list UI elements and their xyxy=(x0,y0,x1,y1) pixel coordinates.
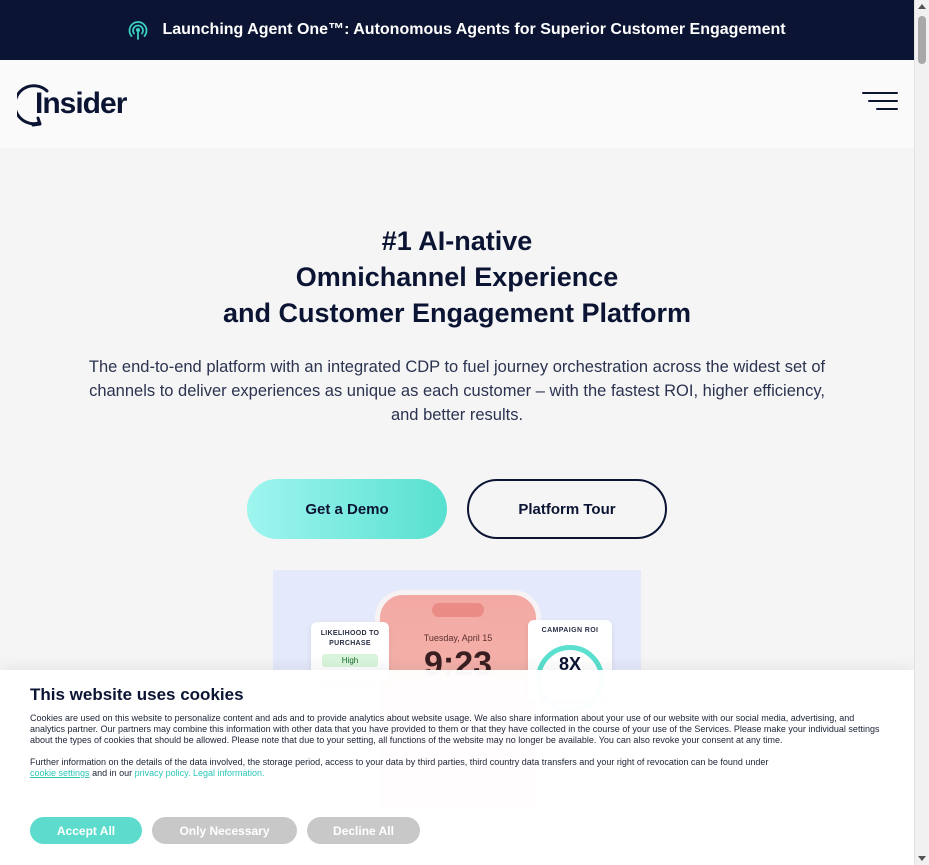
scroll-down-arrow-icon[interactable] xyxy=(918,856,926,861)
cookie-title: This website uses cookies xyxy=(30,685,244,704)
hero-title-line-2: Omnichannel Experience xyxy=(295,262,619,292)
hero-subtitle: The end-to-end platform with an integrat… xyxy=(88,358,826,424)
cookie-button-group: Accept All Only Necessary Decline All xyxy=(30,817,420,844)
accept-all-button[interactable]: Accept All xyxy=(30,817,142,844)
platform-tour-button[interactable]: Platform Tour xyxy=(467,479,667,539)
announcement-bar[interactable]: Launching Agent One™: Autonomous Agents … xyxy=(0,0,914,60)
hero-title: #1 AI-native Omnichannel Experience and … xyxy=(0,223,914,331)
roi-label: CAMPAIGN ROI xyxy=(541,627,599,634)
vertical-scrollbar[interactable] xyxy=(914,0,929,865)
and-in-our-text: and in our xyxy=(92,768,133,778)
hero-cta-group: Get a Demo Platform Tour xyxy=(0,479,914,539)
phone-date: Tuesday, April 15 xyxy=(423,633,493,643)
hero-title-line-3: and Customer Engagement Platform xyxy=(222,298,692,328)
get-demo-button[interactable]: Get a Demo xyxy=(247,479,447,539)
likelihood-value: High xyxy=(322,654,378,667)
announcement-text[interactable]: Launching Agent One™: Autonomous Agents … xyxy=(162,21,785,39)
only-necessary-button[interactable]: Only Necessary xyxy=(152,817,297,844)
broadcast-icon xyxy=(128,20,148,40)
likelihood-label-line-1: LIKELIHOOD TO xyxy=(320,630,380,637)
scrollbar-thumb[interactable] xyxy=(918,16,926,64)
cookie-settings-link[interactable]: cookie settings xyxy=(30,768,90,778)
cookie-further-info: Further information on the details of th… xyxy=(30,757,884,779)
hero-title-line-1: #1 AI-native xyxy=(381,226,533,256)
scroll-up-arrow-icon[interactable] xyxy=(918,4,926,9)
further-info-text: Further information on the details of th… xyxy=(30,757,769,767)
legal-information-link[interactable]: Legal information. xyxy=(193,768,265,778)
cookie-body: Cookies are used on this website to pers… xyxy=(30,713,880,745)
privacy-policy-link[interactable]: privacy policy. xyxy=(135,768,191,778)
likelihood-label-line-2: PURCHASE xyxy=(329,640,371,647)
logo-mark-icon xyxy=(13,82,57,127)
insider-logo[interactable]: Insider xyxy=(13,81,127,127)
hamburger-menu-icon[interactable] xyxy=(862,92,898,116)
cookie-banner: This website uses cookies Cookies are us… xyxy=(0,670,914,865)
phone-notch xyxy=(432,603,484,617)
site-header: Insider xyxy=(0,60,914,148)
hero-section: #1 AI-native Omnichannel Experience and … xyxy=(0,148,914,539)
page-viewport: Launching Agent One™: Autonomous Agents … xyxy=(0,0,914,865)
likelihood-label: LIKELIHOOD TO PURCHASE xyxy=(311,629,389,649)
decline-all-button[interactable]: Decline All xyxy=(307,817,420,844)
